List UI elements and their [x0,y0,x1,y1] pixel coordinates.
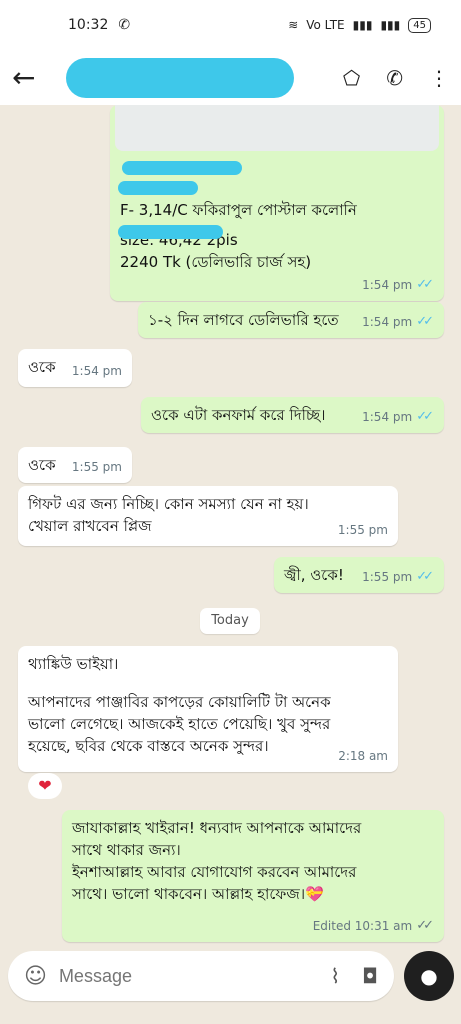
message-meta: 1:55 pm [72,456,122,478]
message-incoming[interactable]: থ্যাঙ্কিউ ভাইয়া। আপনাদের পাঞ্জাবির কাপড… [18,646,398,772]
message-time: 1:55 pm [362,570,413,584]
redacted-text [118,225,223,239]
mic-icon: ● [420,964,438,988]
chat-header: ← ⬠ ✆ ⋮ [0,50,461,105]
message-time: 1:54 pm [362,278,413,292]
message-meta: 1:54 pm [72,360,122,382]
message-text: ওকে এটা কনফার্ম করে দিচ্ছি। [151,406,326,424]
read-receipt-icon: ✓✓ [416,569,434,584]
message-incoming[interactable]: গিফট এর জন্য নিচ্ছি। কোন সমস্যা যেন না হ… [18,486,398,546]
message-input-container: ☺ ⌇ ◘ [8,951,394,1001]
message-time: 1:54 pm [362,410,413,424]
message-time: 1:54 pm [362,315,413,329]
message-text: আপনাদের পাঞ্জাবির কাপড়ের কোয়ালিটি টা অ… [28,693,331,711]
delivered-receipt-icon: ✓✓ [416,918,434,933]
message-text: জ্বী, ওকে! [284,566,344,584]
message-outgoing-order-details[interactable]: F- 3,14/C ফকিরাপুল পোস্টাল কলোনি size: 4… [110,105,444,301]
composer-actions: ⌇ ◘ [330,964,378,988]
message-text: জাযাকাল্লাহ খাইরান! ধন্যবাদ আপনাকে আমাদে… [72,819,362,837]
volte-label: Vo LTE [306,18,345,32]
message-meta: 1:55 pm [338,519,388,541]
read-receipt-icon: ✓✓ [416,314,434,329]
message-text: হয়েছে, ছবির থেকে বাস্তবে অনেক সুন্দর। [28,737,269,755]
clock: 10:32 [68,17,109,33]
message-list[interactable]: F- 3,14/C ফকিরাপুল পোস্টাল কলোনি size: 4… [0,105,461,945]
message-time: Edited 10:31 am [312,919,413,933]
battery-indicator: 45 [408,17,431,33]
whatsapp-notification-icon: ✆ [118,17,131,33]
message-meta: 1:54 pm ✓✓ [362,274,434,296]
message-input[interactable] [58,965,331,987]
message-text: ভালো লেগেছে। আজকেই হাতে পেয়েছি। খুব সুন… [28,715,331,733]
status-icons: ≋ Vo LTE ▮▮▮ ▮▮▮ 45 [288,17,431,33]
date-divider: Today [200,608,260,634]
message-text: খেয়াল রাখবেন প্লিজ [28,517,152,535]
message-outgoing[interactable]: ওকে এটা কনফার্ম করে দিচ্ছি। 1:54 pm ✓✓ [141,397,444,433]
signal-2-icon: ▮▮▮ [380,18,401,32]
paperclip-icon[interactable]: ⌇ [330,964,340,988]
message-time: 1:54 pm [71,364,122,378]
message-text: গিফট এর জন্য নিচ্ছি। কোন সমস্যা যেন না হ… [28,495,309,513]
more-options-icon[interactable]: ⋮ [429,66,449,90]
message-outgoing[interactable]: জাযাকাল্লাহ খাইরান! ধন্যবাদ আপনাকে আমাদে… [62,810,444,942]
wifi-icon: ≋ [288,18,299,32]
message-meta: Edited 10:31 am ✓✓ [313,915,434,937]
message-outgoing[interactable]: ১-২ দিন লাগবে ডেলিভারি হতে 1:54 pm ✓✓ [138,302,444,338]
message-text: সাথে থাকার জন্য। [72,841,181,859]
message-text: ইনশাআল্লাহ আবার যোগাযোগ করবেন আমাদের [72,863,357,881]
message-time: 1:55 pm [71,460,122,474]
message-incoming[interactable]: ওকে 1:55 pm [18,447,132,483]
add-call-icon[interactable]: ✆ [386,66,403,90]
status-bar: 10:32 ✆ ≋ Vo LTE ▮▮▮ ▮▮▮ 45 [0,0,461,50]
read-receipt-icon: ✓✓ [416,409,434,424]
message-meta: 2:18 am [338,745,388,767]
price-line: 2240 Tk (ডেলিভারি চার্জ সহ) [120,253,312,271]
signal-icon: ▮▮▮ [352,18,373,32]
product-photo[interactable] [115,105,439,151]
message-time: 1:55 pm [337,523,388,537]
redacted-text [118,181,198,195]
read-receipt-icon: ✓✓ [416,277,434,292]
message-meta: 1:54 pm ✓✓ [362,311,434,333]
message-text: ওকে [28,358,56,376]
message-text: থ্যাঙ্কিউ ভাইয়া। [28,655,119,673]
mic-button[interactable]: ● [404,951,454,1001]
message-incoming[interactable]: ওকে 1:54 pm [18,349,132,387]
redacted-text [122,161,242,175]
address-line: F- 3,14/C ফকিরাপুল পোস্টাল কলোনি [120,201,357,219]
message-time: 2:18 am [338,749,388,763]
header-actions: ⬠ ✆ ⋮ [343,66,449,90]
label-icon[interactable]: ⬠ [343,66,360,90]
heart-reaction-icon[interactable]: ❤ [28,773,62,799]
sticker-icon[interactable]: ☺ [24,964,47,989]
redacted-contact-name[interactable] [66,57,294,98]
composer: ☺ ⌇ ◘ ● [0,945,461,1015]
message-meta: 1:54 pm ✓✓ [362,406,434,428]
message-text: সাথে। ভালো থাকবেন। আল্লাহ হাফেজ।💝 [72,885,324,903]
back-arrow-icon[interactable]: ← [12,61,46,94]
message-outgoing[interactable]: জ্বী, ওকে! 1:55 pm ✓✓ [274,557,444,593]
message-meta: 1:55 pm ✓✓ [362,566,434,588]
message-text: ১-২ দিন লাগবে ডেলিভারি হতে [148,311,339,329]
camera-icon[interactable]: ◘ [362,964,378,988]
message-text: ওকে [28,456,56,474]
